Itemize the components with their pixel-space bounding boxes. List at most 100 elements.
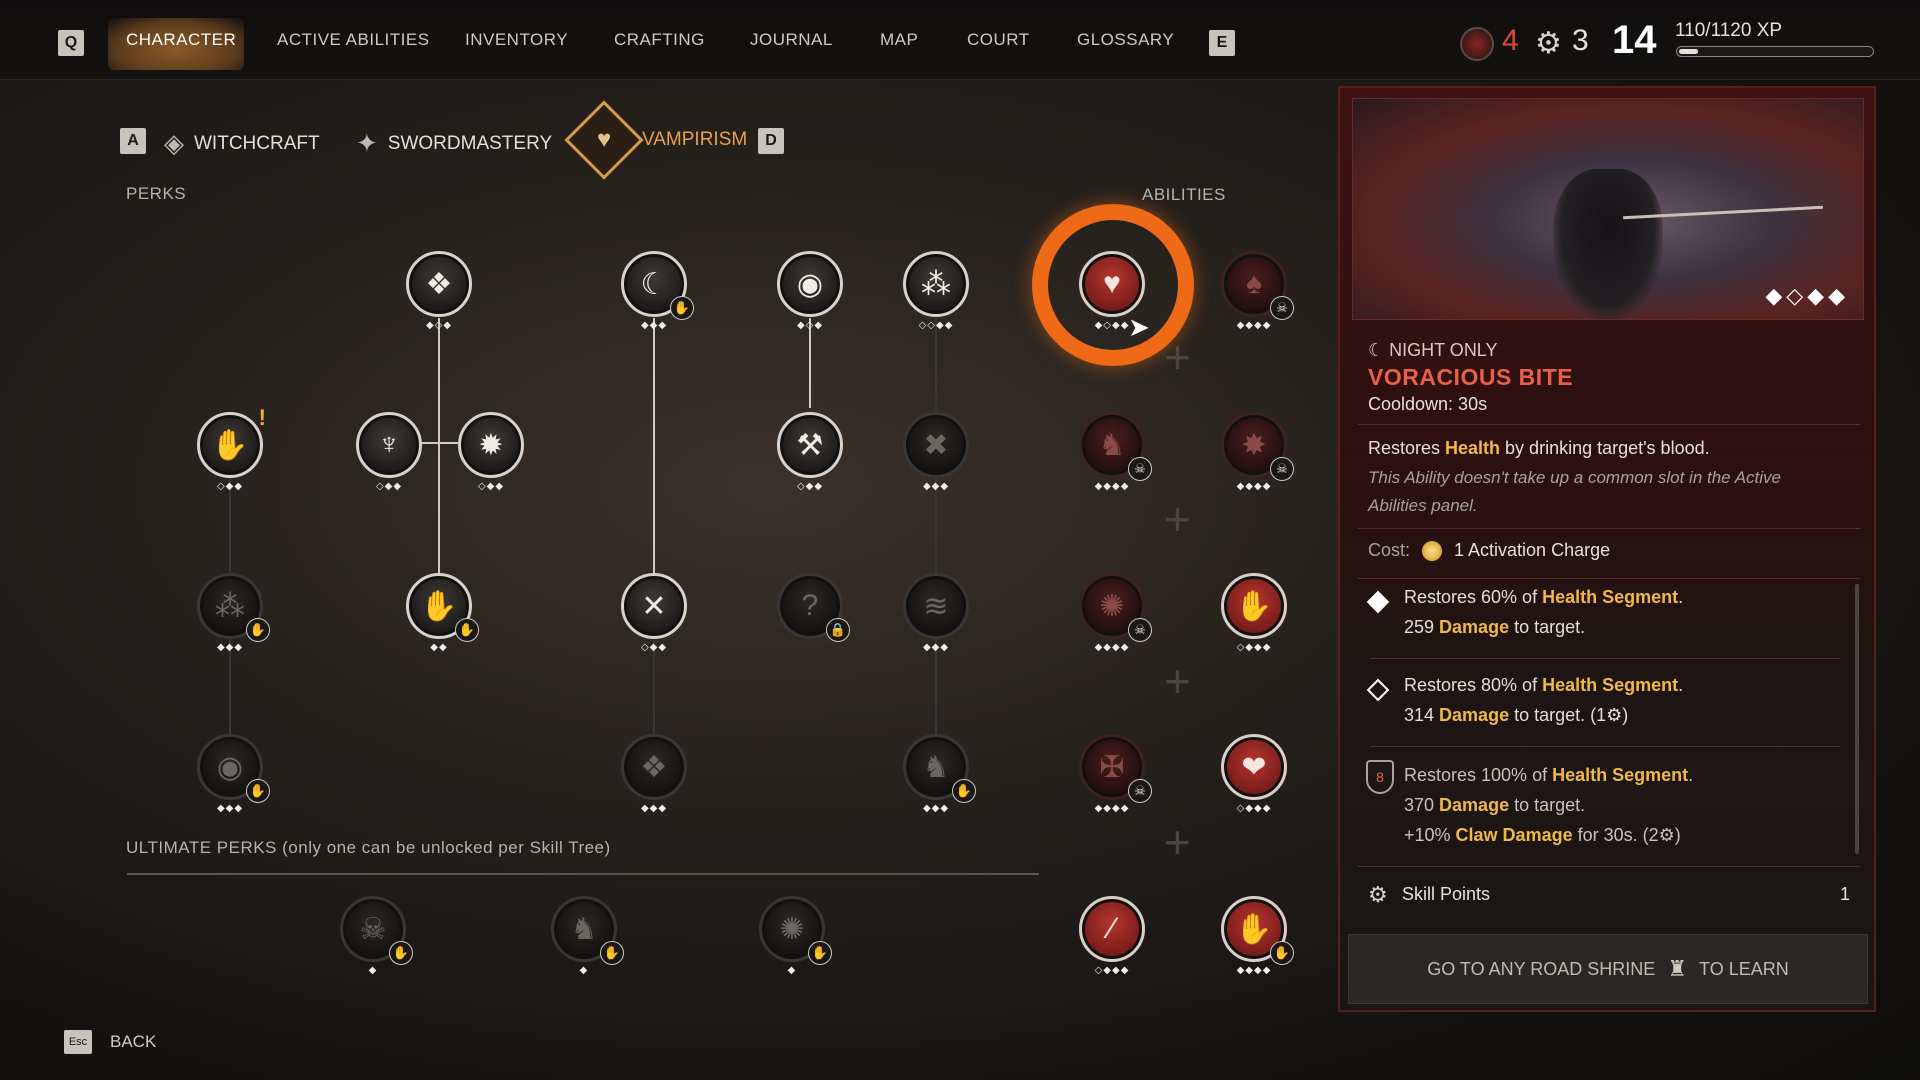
tab-court[interactable]: COURT (967, 30, 1030, 50)
rank-pips: ◆◆◆ (922, 642, 950, 653)
ability-node-6[interactable]: ✋ ◇◆◆◆ (1221, 573, 1287, 653)
rank-text: ) (1622, 705, 1629, 725)
heart-icon: ❤ (1241, 750, 1267, 784)
perk-node-hammer[interactable]: ⚒ ◇◆◆ (777, 412, 843, 492)
skull-badge-icon: ☠ (1128, 618, 1152, 642)
ability-node-3[interactable]: ♞ ◆◆◆◆ ☠ (1079, 412, 1152, 492)
rank-text: Restores 80% of (1404, 675, 1543, 695)
ultimate-node-spiral[interactable]: ✺ ◆ ✋ (759, 896, 832, 976)
lock-icon: 🔒 (826, 618, 850, 642)
rank-pips: ◇◆◆◆ (1094, 965, 1130, 976)
skull-badge-icon: ☠ (1270, 296, 1294, 320)
perk-node-eye[interactable]: ◉ ◆◇◆ (777, 251, 843, 331)
perk-node-flame-hand[interactable]: ✋ ◇◆◆! (197, 405, 266, 492)
perk-node-bite[interactable]: ☾ ◆◆◆ ✋ (621, 251, 694, 331)
perk-node-blood-drops[interactable]: ⁂ ◇◇◆◆ (903, 251, 969, 331)
esc-key: Esc (64, 1030, 92, 1054)
blood-drop-icon: ❖ (640, 750, 668, 784)
rank-text: to target. (1 (1509, 705, 1607, 725)
perk-node-strikes[interactable]: ✕ ◇◆◆ (621, 573, 687, 653)
ability-note-line2: Abilities panel. (1368, 496, 1478, 515)
tree-connector (420, 442, 458, 444)
back-button[interactable]: Esc BACK (64, 1030, 156, 1054)
new-alert-icon: ! (258, 405, 266, 430)
ability-node-10[interactable]: ✋ ◆◆◆◆ ✋ (1221, 896, 1294, 976)
road-shrine-icon: ♜ (1667, 956, 1688, 981)
ability-detail-panel: ◆◇◆◆ ☾ NIGHT ONLY VORACIOUS BITE Cooldow… (1338, 86, 1876, 1012)
ability-node-8[interactable]: ❤ ◇◆◆◆ (1221, 734, 1287, 814)
claw-badge-icon: ✋ (389, 941, 413, 965)
perk-node-blood-locked[interactable]: ❖ ◆◆◆ (621, 734, 687, 814)
perk-node-claw[interactable]: ✋ ◆◆ ✋ (406, 573, 479, 653)
ability-divider-plus: + (1164, 816, 1191, 868)
rank-pips: ◇◆◆◆ (1236, 803, 1272, 814)
ability-divider-plus: + (1164, 655, 1191, 707)
player-level: 14 (1612, 18, 1657, 62)
slash-icon: ⁄ (1109, 912, 1115, 945)
tab-map[interactable]: MAP (880, 30, 918, 50)
rank-3-effects: Restores 100% of Health Segment. 370 Dam… (1404, 760, 1693, 850)
desc-text: by drinking target's blood. (1500, 438, 1710, 458)
sun-icon: ✹ (478, 428, 504, 462)
perk-node-eye-locked[interactable]: ◉ ◆◆◆ ✋ (197, 734, 270, 814)
rank-keyword: Claw Damage (1455, 825, 1573, 845)
perk-node-fang[interactable]: ♆ ◇◆◆ (356, 412, 422, 492)
rank-pips: ◇◆◆ (375, 481, 403, 492)
rank-pips: ◆ (787, 965, 797, 976)
rank-pips: ◆◆◆◆ (1236, 320, 1272, 331)
perk-node-slash[interactable]: ✖ ◆◆◆ (903, 412, 969, 492)
perk-node-blood-drop[interactable]: ❖ ◆◇◆ (406, 251, 472, 331)
fangs-icon: ☾ (640, 267, 668, 301)
tree-prev-key[interactable]: A (120, 128, 146, 154)
detail-scrollbar[interactable] (1855, 584, 1859, 854)
claw-badge-icon: ✋ (808, 941, 832, 965)
tree-next-key[interactable]: D (758, 128, 784, 154)
tree-connector (653, 318, 655, 573)
drops-icon: ⁂ (921, 267, 951, 301)
learn-instruction-box: GO TO ANY ROAD SHRINE ♜ TO LEARN (1348, 934, 1868, 1004)
rank-pips: ◇◇◆◆ (918, 320, 954, 331)
perk-node-sun[interactable]: ✹ ◇◆◆ (458, 412, 524, 492)
perk-node-wolf-locked[interactable]: ♞ ◆◆◆ ✋ (903, 734, 976, 814)
tab-crafting[interactable]: CRAFTING (614, 30, 705, 50)
skill-points-gear-icon: ⚙ (1368, 882, 1388, 907)
tree-tab-swordmastery[interactable]: ✦ SWORDMASTERY (356, 128, 552, 159)
blood-drop-icon: ❖ (425, 267, 453, 301)
nav-prev-key[interactable]: Q (58, 30, 84, 56)
ultimate-node-beast[interactable]: ♞ ◆ ✋ (551, 896, 624, 976)
ability-node-5[interactable]: ✺ ◆◆◆◆ ☠ (1079, 573, 1152, 653)
rank-text: . (1678, 587, 1684, 607)
rank-keyword: Damage (1439, 795, 1510, 815)
rank-pips: ◆◆◆◆ (1094, 642, 1130, 653)
tab-active-abilities[interactable]: ACTIVE ABILITIES (277, 30, 430, 50)
tab-glossary[interactable]: GLOSSARY (1077, 30, 1174, 50)
rank-text: to target. (1509, 617, 1586, 637)
tree-tab-witchcraft[interactable]: ◈ WITCHCRAFT (164, 128, 320, 159)
question-mark-icon: ? (801, 589, 819, 622)
perk-node-unknown[interactable]: ? 🔒 (777, 573, 850, 642)
ability-node-4[interactable]: ✸ ◆◆◆◆ ☠ (1221, 412, 1294, 492)
rank-text: Restores 60% of (1404, 587, 1543, 607)
rank-pips: ◆ (368, 965, 378, 976)
tab-character[interactable]: CHARACTER (126, 30, 236, 50)
rank-pips: ◆◆◆ (640, 803, 668, 814)
panel-separator (1358, 578, 1860, 579)
ability-node-9[interactable]: ⁄ ◇◆◆◆ (1079, 896, 1145, 976)
ability-node-2[interactable]: ♠ ◆◆◆◆ ☠ (1221, 251, 1294, 331)
selected-ability-ring (1032, 204, 1194, 366)
ability-node-7[interactable]: ✠ ◆◆◆◆ ☠ (1079, 734, 1152, 814)
ultimate-node-skull[interactable]: ☠ ◆ ✋ (340, 896, 413, 976)
rank1-filled-diamond-icon (1366, 590, 1390, 614)
rank-text: to target. (1509, 795, 1586, 815)
rank3-badge-number: 8 (1376, 769, 1384, 785)
strikes-icon: ✕ (641, 589, 667, 623)
tab-journal[interactable]: JOURNAL (750, 30, 833, 50)
perk-node-wind[interactable]: ≋ ◆◆◆ (903, 573, 969, 653)
tree-tab-vampirism[interactable]: ♥ VAMPIRISM (564, 100, 747, 180)
back-label: BACK (110, 1032, 157, 1051)
tab-inventory[interactable]: INVENTORY (465, 30, 568, 50)
perk-node-drops-locked[interactable]: ⁂ ◆◆◆ ✋ (197, 573, 270, 653)
rank-keyword: Health Segment (1542, 675, 1679, 695)
burst-icon: ✸ (1241, 428, 1267, 462)
nav-next-key[interactable]: E (1209, 30, 1235, 56)
